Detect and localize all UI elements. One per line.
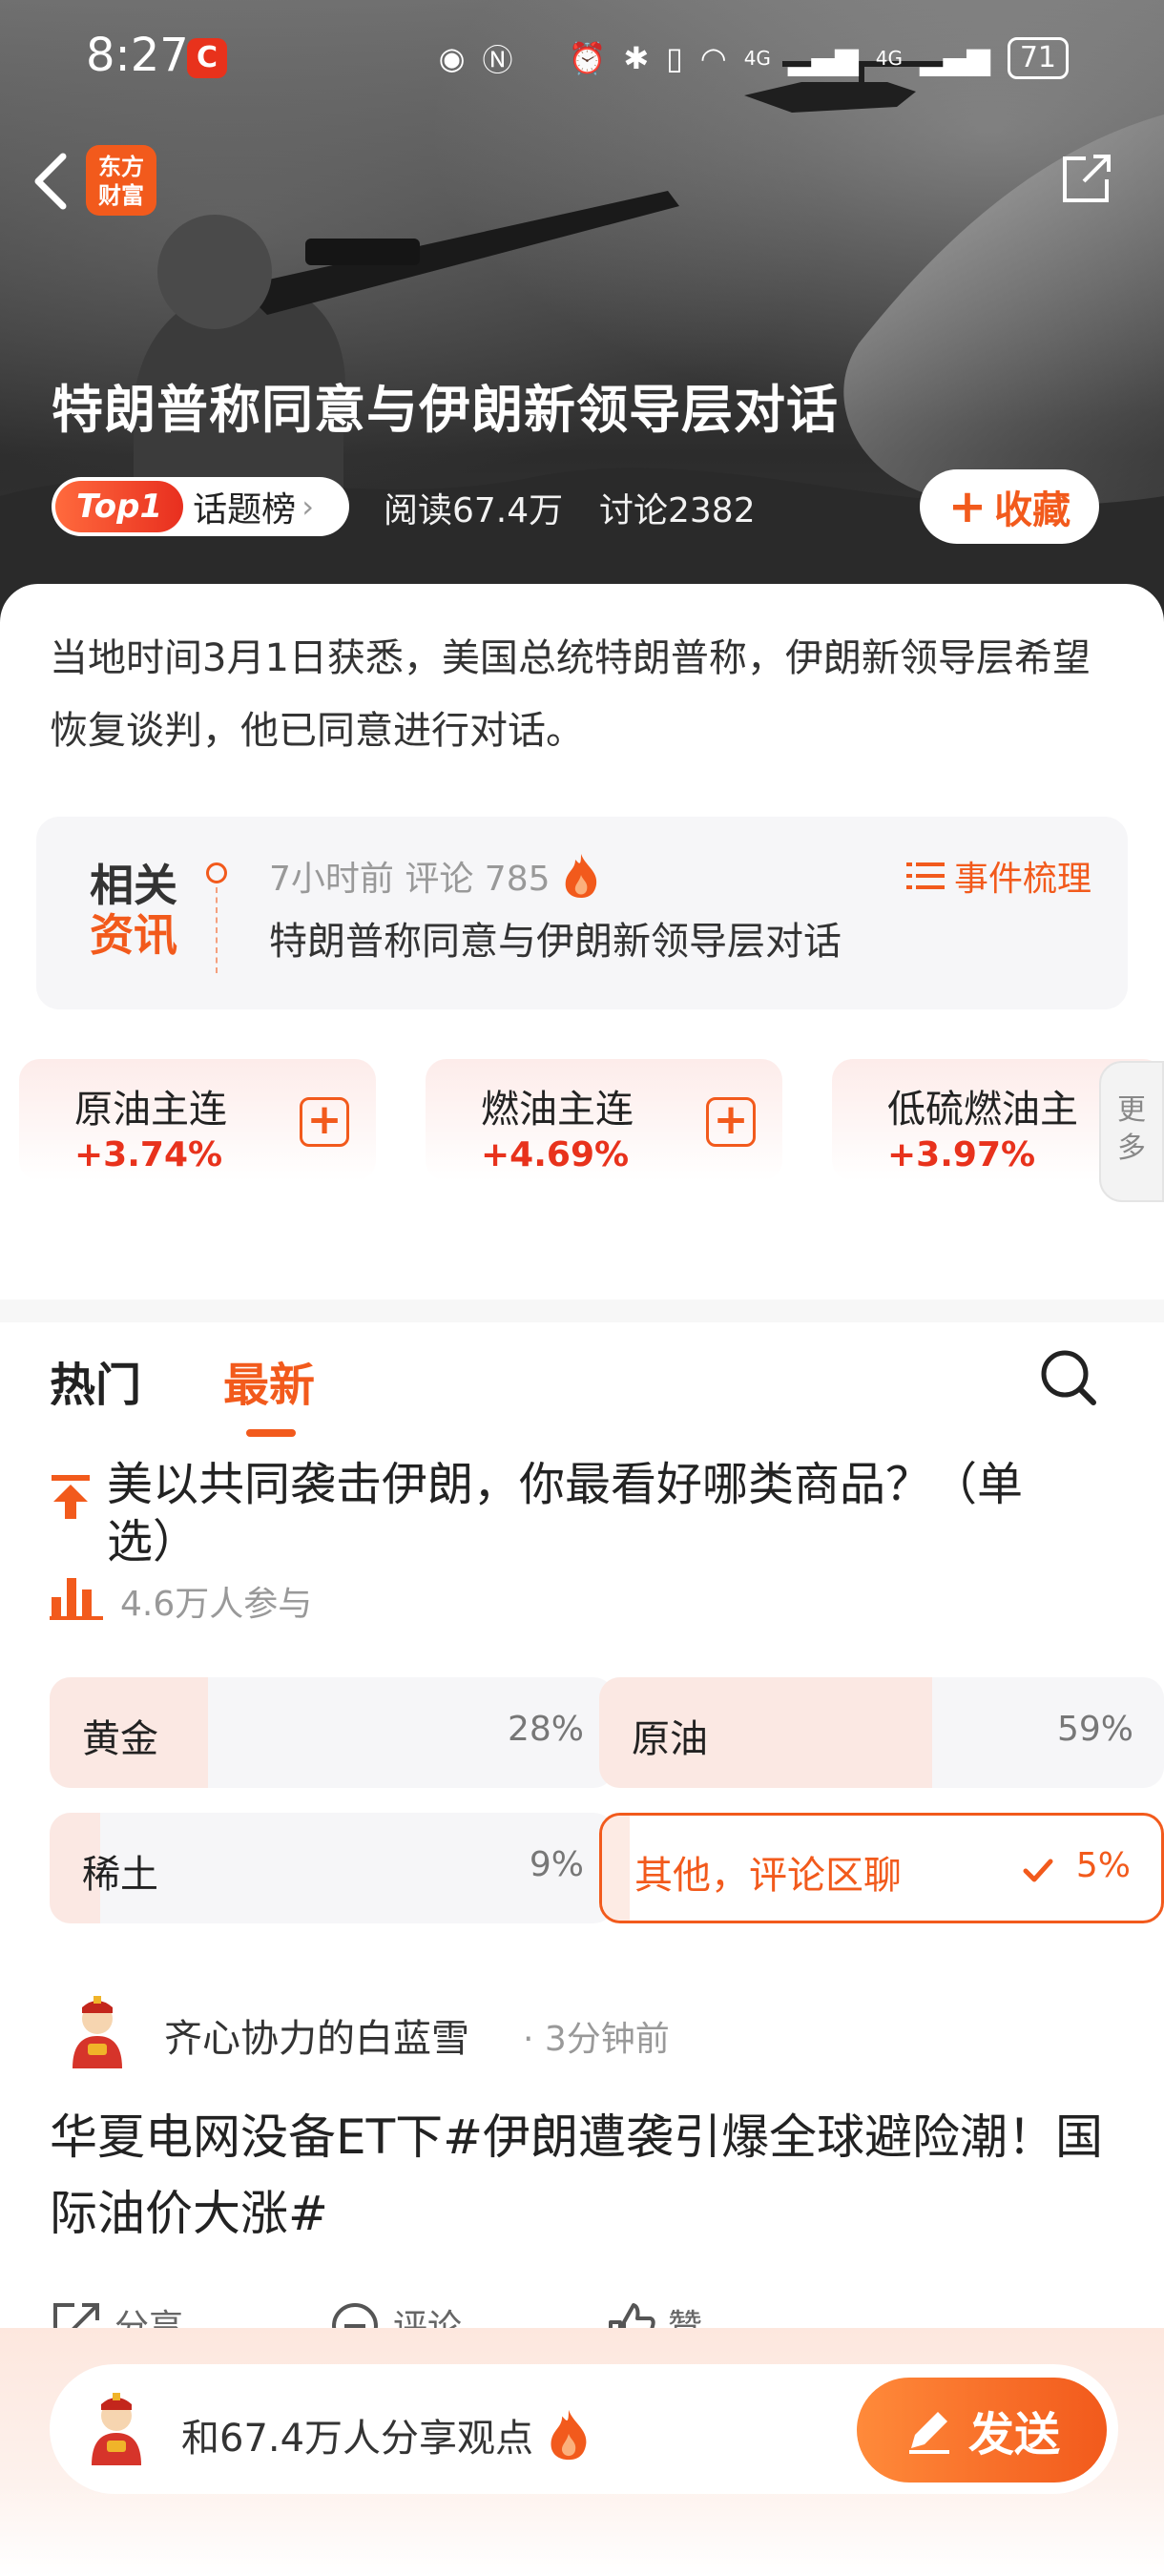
pencil-icon (908, 2412, 949, 2454)
back-icon[interactable] (23, 143, 80, 219)
quote-card[interactable]: 原油主连 +3.74% + (19, 1059, 376, 1181)
more-quotes-tab[interactable]: 更 多 (1099, 1061, 1164, 1202)
poll-option-percent: 9% (529, 1845, 584, 1884)
poll-option-label: 稀土 (82, 1853, 158, 1897)
poll-option-label: 黄金 (82, 1717, 158, 1761)
tab-latest[interactable]: 最新 (223, 1347, 315, 1414)
alarm-icon: ⏰ (568, 40, 607, 76)
active-tab-indicator (246, 1429, 296, 1437)
topic-summary: 当地时间3月1日获悉，美国总统特朗普称，伊朗新领导层希望恢复谈判，他已同意进行对… (50, 636, 1091, 753)
discussion-count: 讨论2382 (599, 491, 756, 530)
quote-card[interactable]: 燃油主连 +4.69% + (426, 1059, 782, 1181)
network-type-2: 4G (875, 47, 903, 70)
add-watchlist-icon[interactable]: + (706, 1097, 756, 1147)
quote-name: 原油主连 (74, 1088, 227, 1132)
timeline-line (216, 887, 218, 973)
topic-summary-card: 当地时间3月1日获悉，美国总统特朗普称，伊朗新领导层希望恢复谈判，他已同意进行对… (0, 584, 1164, 784)
vibrate-icon: ▯ (666, 40, 683, 76)
rank-list-label: 话题榜 (193, 490, 297, 530)
bottom-composer-bar: 和67.4万人分享观点 发送 (0, 2328, 1164, 2576)
nfc-icon: Ⓝ (482, 42, 513, 78)
notification-app-icon: C (187, 38, 227, 78)
poll-option-percent: 5% (1075, 1846, 1131, 1885)
tab-hot[interactable]: 热门 (50, 1347, 141, 1414)
poll-option-percent: 59% (1056, 1710, 1133, 1749)
share-icon[interactable] (1057, 151, 1114, 208)
battery-indicator: 71 (1007, 37, 1069, 79)
related-quotes: 原油主连 +3.74% + 燃油主连 +4.69% + 低硫燃油主 +3.97% (19, 1059, 1164, 1183)
bluetooth-icon: ✱ (623, 40, 650, 76)
poll-option[interactable]: 黄金 28% (50, 1677, 614, 1788)
read-count: 阅读67.4万 (384, 491, 564, 530)
comment-composer[interactable]: 和67.4万人分享观点 发送 (50, 2364, 1118, 2494)
plus-icon: + (947, 480, 987, 533)
post-time: · 3分钟前 (523, 2020, 670, 2059)
send-button[interactable]: 发送 (857, 2378, 1107, 2483)
checkmark-icon (1023, 1859, 1053, 1882)
eye-icon: ◉ (438, 40, 466, 76)
poll-option-selected[interactable]: 其他，评论区聊 5% (599, 1813, 1164, 1923)
quote-name: 低硫燃油主 (887, 1088, 1078, 1132)
poll-option-fill (602, 1816, 631, 1921)
related-news-logo: 相关 资讯 (90, 860, 177, 961)
flame-icon (551, 2409, 587, 2461)
related-news-card[interactable]: 相关 资讯 7小时前 评论 785 特朗普称同意与伊朗新领导层对话 事件梳理 (36, 817, 1128, 1009)
poll-option[interactable]: 稀土 9% (50, 1813, 614, 1923)
chevron-right-icon: › (301, 488, 314, 525)
quote-change: +3.74% (74, 1135, 223, 1174)
ranking-badge[interactable]: Top1 话题榜 › (52, 477, 349, 536)
avatar[interactable] (59, 1994, 135, 2070)
topic-hero: 8:27 C ◉ Ⓝ ⏰ ✱ ▯ ◠ 4G ▂▄▆ 4G ▂▄▆ 71 东方 财… (0, 0, 1164, 649)
timeline-dot (206, 862, 227, 883)
composer-prompt[interactable]: 和67.4万人分享观点 (181, 2406, 592, 2463)
poll-option-label: 原油 (632, 1717, 708, 1761)
event-timeline-button[interactable]: 事件梳理 (905, 851, 1091, 901)
poll-participants: 4.6万人参与 (120, 1585, 313, 1624)
related-news-headline[interactable]: 特朗普称同意与伊朗新领导层对话 (269, 910, 842, 966)
rank-position: Top1 (55, 481, 184, 532)
signal-icon-1: ▂▄▆ (787, 40, 859, 76)
favorite-button[interactable]: + 收藏 (920, 469, 1099, 544)
flame-icon (565, 854, 596, 898)
user-avatar (92, 2393, 141, 2465)
list-icon (905, 862, 945, 889)
quote-name: 燃油主连 (481, 1088, 634, 1132)
post-author[interactable]: 齐心协力的白蓝雪 (164, 2007, 469, 2063)
add-watchlist-icon[interactable]: + (300, 1097, 349, 1147)
quote-change: +3.97% (887, 1135, 1036, 1174)
search-icon[interactable] (1036, 1345, 1099, 1408)
related-news-meta: 7小时前 评论 785 (269, 851, 602, 901)
favorite-label: 收藏 (994, 488, 1071, 532)
poll-option-percent: 28% (507, 1710, 584, 1749)
poll-question: 美以共同袭击伊朗，你最看好哪类商品？（单选） (107, 1458, 1024, 1568)
quote-change: +4.69% (481, 1135, 630, 1174)
signal-icon-2: ▂▄▆ (919, 40, 990, 76)
status-icons: ◉ Ⓝ ⏰ ✱ ▯ ◠ 4G ▂▄▆ 4G ▂▄▆ 71 (439, 36, 1069, 80)
section-divider (0, 1299, 1164, 1322)
post-text[interactable]: 华夏电网没备ET下#伊朗遭袭引爆全球避险潮！国际油价大涨# (50, 2099, 1118, 2252)
wifi-icon: ◠ (699, 40, 727, 76)
topic-title: 特朗普称同意与伊朗新领导层对话 (52, 380, 839, 440)
bar-chart-icon (50, 1578, 103, 1620)
status-time: 8:27 (86, 29, 189, 82)
app-logo: 东方 财富 (86, 145, 156, 216)
upvote-arrow-icon (52, 1475, 90, 1519)
poll-option[interactable]: 原油 59% (599, 1677, 1164, 1788)
network-type-1: 4G (743, 47, 771, 70)
status-bar: 8:27 C ◉ Ⓝ ⏰ ✱ ▯ ◠ 4G ▂▄▆ 4G ▂▄▆ 71 (0, 0, 1164, 114)
poll-option-label: 其他，评论区聊 (634, 1854, 902, 1898)
